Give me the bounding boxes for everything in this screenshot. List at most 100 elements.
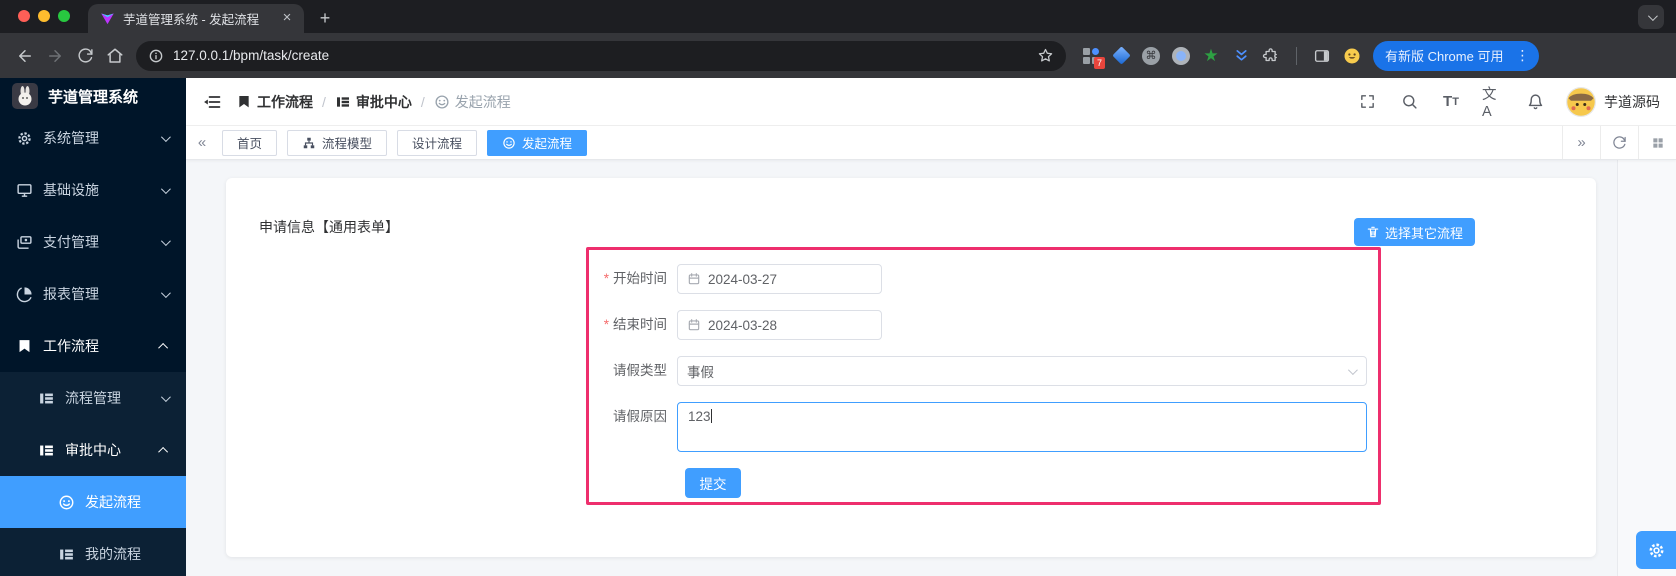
reload-button[interactable] [70, 41, 100, 71]
gear-icon [16, 130, 33, 147]
sidebar-item-label: 报表管理 [43, 286, 99, 302]
window-minimize-button[interactable] [38, 10, 50, 22]
chevron-up-icon [158, 342, 169, 353]
tags-toolbar: » [1562, 126, 1676, 159]
tag-create-process[interactable]: 发起流程 [487, 129, 588, 156]
extension-icon-5[interactable]: ★ [1202, 47, 1220, 65]
breadcrumb-label: 发起流程 [454, 93, 511, 110]
extension-icon-4[interactable] [1172, 46, 1190, 65]
scroll-tags-left-button[interactable]: « [186, 134, 218, 151]
list-icon [58, 546, 75, 563]
breadcrumb-item-current: 发起流程 [434, 92, 511, 112]
sidebar-item-my-process[interactable]: 我的流程 [0, 528, 186, 576]
tag-label: 流程模型 [322, 137, 373, 151]
breadcrumb-item-workflow[interactable]: 工作流程 [236, 92, 313, 112]
sidebar-item-workflow[interactable]: 工作流程 [0, 320, 186, 372]
side-panel-button[interactable] [1313, 47, 1331, 65]
window-controls [18, 10, 70, 22]
start-date-input[interactable]: 2024-03-27 [677, 264, 882, 294]
refresh-page-button[interactable] [1600, 126, 1638, 159]
back-button[interactable] [10, 41, 40, 71]
url-text: 127.0.0.1/bpm/task/create [173, 48, 330, 63]
browser-menu-icon[interactable]: ⋮ [1511, 47, 1533, 64]
chevron-down-icon [160, 391, 171, 402]
fullscreen-button[interactable] [1356, 91, 1378, 113]
submit-button[interactable]: 提交 [685, 468, 741, 498]
app-header: 工作流程 / 审批中心 / 发起流程 TT 文A 芋道源码 [186, 78, 1676, 126]
form-row-start-time: 开始时间 2024-03-27 [597, 264, 1378, 294]
browser-tab[interactable]: 芋道管理系统 - 发起流程 × [88, 4, 304, 33]
card-title: 申请信息【通用表单】 [259, 219, 399, 235]
sidebar-item-system[interactable]: 系统管理 [0, 112, 186, 164]
breadcrumb-label: 审批中心 [355, 93, 412, 110]
leave-reason-textarea[interactable]: 123 [677, 402, 1367, 452]
choose-other-process-label: 选择其它流程 [1384, 225, 1463, 241]
tag-process-model[interactable]: 流程模型 [287, 129, 388, 156]
user-menu[interactable]: 芋道源码 [1566, 86, 1660, 117]
browser-tab-title: 芋道管理系统 - 发起流程 [123, 13, 260, 27]
extension-icon-2[interactable] [1111, 46, 1131, 65]
extensions-puzzle-button[interactable] [1262, 47, 1280, 65]
window-zoom-button[interactable] [58, 10, 70, 22]
username: 芋道源码 [1604, 93, 1660, 110]
sidebar-item-label: 我的流程 [85, 546, 141, 562]
tag-design-process[interactable]: 设计流程 [397, 129, 478, 156]
app-logo-row[interactable]: 芋道管理系统 [0, 80, 186, 112]
circle-icon [1172, 46, 1190, 65]
choose-other-process-button[interactable]: 选择其它流程 [1353, 218, 1475, 246]
site-info-icon[interactable] [148, 48, 164, 64]
start-date-value: 2024-03-27 [708, 271, 778, 287]
tab-search-button[interactable] [1638, 5, 1664, 29]
tag-label: 首页 [237, 137, 263, 151]
chrome-update-button[interactable]: 有新版 Chrome 可用 ⋮ [1373, 40, 1540, 71]
field-label: 结束时间 [597, 310, 667, 340]
tag-label: 发起流程 [522, 137, 573, 151]
sidebar-item-infra[interactable]: 基础设施 [0, 164, 186, 216]
search-button[interactable] [1398, 91, 1420, 113]
home-button[interactable] [100, 41, 130, 71]
sidebar: 芋道管理系统 系统管理 基础设施 支付管理 报表管理 工作流程 流程管理 审批中… [0, 78, 186, 576]
extension-icon-3[interactable]: ⌘ [1142, 46, 1160, 65]
font-size-button[interactable]: TT [1440, 91, 1462, 113]
font-size-icon-small: T [1452, 95, 1459, 108]
smiley-icon [434, 94, 450, 110]
calendar-icon [687, 272, 701, 286]
layout-grid-button[interactable] [1638, 126, 1676, 159]
sidebar-item-process-mgmt[interactable]: 流程管理 [0, 372, 186, 424]
bookmark-star-icon[interactable] [1037, 47, 1054, 64]
tags-view-bar: « 首页 流程模型 设计流程 发起流程 » [186, 126, 1676, 160]
breadcrumb: 工作流程 / 审批中心 / 发起流程 [236, 92, 511, 112]
breadcrumb-item-approval[interactable]: 审批中心 [335, 92, 412, 112]
chevron-up-icon [158, 446, 169, 457]
tag-home[interactable]: 首页 [222, 129, 278, 156]
profile-avatar[interactable] [1343, 47, 1361, 65]
sidebar-item-create-process[interactable]: 发起流程 [0, 476, 186, 528]
scroll-tags-right-button[interactable]: » [1562, 126, 1600, 159]
language-button[interactable]: 文A [1482, 87, 1504, 120]
pie-chart-icon [16, 286, 33, 303]
calendar-icon [687, 318, 701, 332]
address-bar[interactable]: 127.0.0.1/bpm/task/create [136, 40, 1066, 71]
user-avatar [1566, 86, 1596, 117]
list-icon [38, 390, 55, 407]
leave-type-select[interactable]: 事假 [677, 356, 1367, 386]
new-tab-button[interactable]: + [312, 6, 338, 32]
sidebar-item-label: 基础设施 [43, 182, 99, 198]
sidebar-item-payment[interactable]: 支付管理 [0, 216, 186, 268]
extension-icon-1[interactable]: 7 [1082, 47, 1105, 69]
tab-close-icon[interactable]: × [278, 9, 296, 28]
notification-bell-button[interactable] [1524, 91, 1546, 113]
settings-drawer-button[interactable] [1636, 531, 1676, 569]
window-close-button[interactable] [18, 10, 30, 22]
sidebar-item-approval-center[interactable]: 审批中心 [0, 424, 186, 476]
sidebar-item-report[interactable]: 报表管理 [0, 268, 186, 320]
monitor-icon [16, 182, 33, 199]
end-date-input[interactable]: 2024-03-28 [677, 310, 882, 340]
collapse-sidebar-button[interactable] [198, 88, 226, 116]
breadcrumb-label: 工作流程 [257, 93, 313, 110]
forward-button[interactable] [40, 41, 70, 71]
browser-toolbar: 127.0.0.1/bpm/task/create 7 ⌘ ★ 有新版 Chro… [0, 33, 1676, 78]
extension-icon-6[interactable] [1232, 47, 1250, 65]
breadcrumb-separator: / [420, 93, 425, 110]
font-size-icon: T [1443, 93, 1453, 110]
